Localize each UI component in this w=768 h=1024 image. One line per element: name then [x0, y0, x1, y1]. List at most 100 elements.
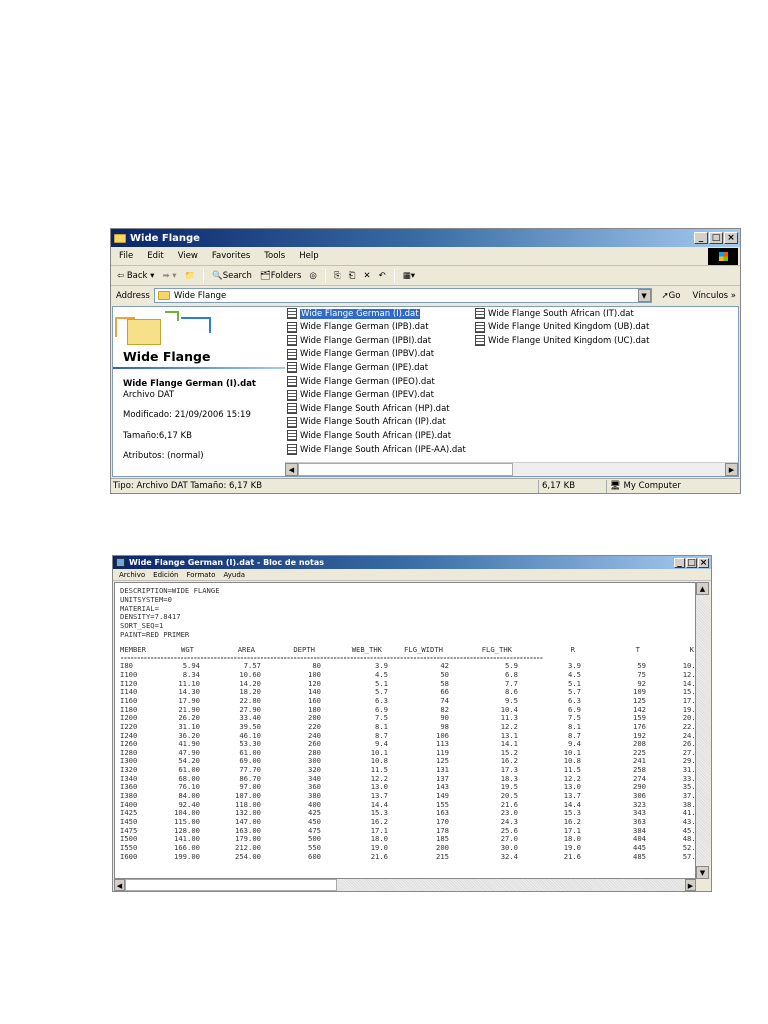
menu-file[interactable]: File: [119, 251, 133, 261]
file-item[interactable]: Wide Flange German (IPEV).dat: [287, 389, 434, 401]
go-button[interactable]: ➚Go: [662, 291, 681, 301]
table-row: I180 21.90 27.90 180 6.9 82 10.4 6.9 142 19.0: [120, 705, 700, 715]
explorer-titlebar[interactable]: Wide Flange _ □ ×: [111, 229, 740, 247]
table-row: I320 61.00 77.70 320 11.5 131 17.3 11.5 258 31.0: [120, 765, 700, 775]
file-item[interactable]: Wide Flange South African (IT).dat: [475, 308, 634, 319]
file-icon: [287, 376, 297, 387]
horizontal-scrollbar[interactable]: ◀ ▶: [114, 879, 696, 891]
table-row: I340 68.00 86.70 340 12.2 137 18.3 12.2 274 33.0: [120, 774, 700, 784]
file-item[interactable]: Wide Flange German (IPBI).dat: [287, 335, 432, 347]
folder-title: Wide Flange: [123, 349, 211, 364]
history-icon[interactable]: ◎: [309, 271, 316, 281]
menu-favorites[interactable]: Favorites: [212, 251, 250, 261]
file-icon: [287, 321, 297, 333]
menu-ayuda[interactable]: Ayuda: [223, 571, 245, 579]
column-header: WGT: [181, 644, 194, 654]
menu-edicion[interactable]: Edición: [153, 571, 178, 579]
table-row: I550 166.00 212.00 550 19.0 200 30.0 19.0 445 52.…: [120, 843, 700, 853]
column-header: FLG_THK: [481, 644, 512, 654]
search-button[interactable]: 🔍Search: [212, 271, 252, 281]
explorer-window: Wide Flange _ □ × File Edit View Favorit…: [110, 228, 741, 494]
scroll-thumb[interactable]: [298, 463, 513, 476]
file-icon: [287, 335, 297, 347]
file-icon: [475, 335, 485, 347]
copy-to-icon[interactable]: ⎗: [349, 271, 356, 281]
file-icon: [287, 444, 297, 455]
scroll-up-button[interactable]: ▲: [696, 582, 709, 595]
column-header: AREA: [237, 644, 255, 654]
table-cell: 254.00: [235, 851, 261, 861]
vertical-scrollbar[interactable]: ▲ ▼: [696, 582, 710, 879]
header-line: PAINT=RED PRIMER: [120, 629, 190, 639]
scroll-right-button[interactable]: ▶: [685, 879, 696, 891]
table-row: I120 11.10 14.20 120 5.1 58 7.7 5.1 92 14.0: [120, 679, 700, 689]
file-item[interactable]: Wide Flange United Kingdom (UB).dat: [475, 321, 649, 333]
file-icon: [287, 348, 297, 360]
views-icon[interactable]: ▦▾: [403, 271, 415, 281]
maximize-button[interactable]: □: [686, 557, 697, 568]
address-value: Wide Flange: [173, 290, 227, 301]
file-item[interactable]: Wide Flange German (I).dat: [287, 308, 420, 319]
table-row: I100 8.34 10.60 100 4.5 50 6.8 4.5 75 12.5: [120, 670, 700, 680]
scroll-left-button[interactable]: ◀: [285, 463, 298, 476]
folder-icon: [114, 233, 126, 243]
scroll-down-button[interactable]: ▼: [696, 866, 709, 879]
window-title: Wide Flange German (I).dat - Bloc de not…: [129, 558, 325, 567]
up-folder-icon[interactable]: 📁: [185, 271, 196, 281]
file-item[interactable]: Wide Flange German (IPE).dat: [287, 362, 428, 374]
file-name: Wide Flange German (IPBI).dat: [300, 335, 432, 346]
notepad-titlebar[interactable]: Wide Flange German (I).dat - Bloc de not…: [113, 556, 711, 569]
menu-view[interactable]: View: [178, 251, 198, 261]
status-zone: 🖥 My Computer: [606, 479, 740, 493]
menu-help[interactable]: Help: [299, 251, 318, 261]
scroll-left-button[interactable]: ◀: [114, 879, 125, 891]
minimize-button[interactable]: _: [694, 232, 708, 244]
file-icon: [287, 389, 297, 401]
delete-icon[interactable]: ✕: [363, 271, 370, 281]
menu-tools[interactable]: Tools: [264, 251, 285, 261]
file-item[interactable]: Wide Flange German (IPEO).dat: [287, 376, 435, 387]
table-cell: 21.6: [370, 851, 388, 861]
table-cell: 199.00: [174, 851, 200, 861]
file-item[interactable]: Wide Flange South African (HP).dat: [287, 403, 450, 415]
folders-button[interactable]: 🗂Folders: [260, 271, 302, 281]
menu-edit[interactable]: Edit: [147, 251, 163, 261]
folder-icon: [157, 291, 170, 300]
file-item[interactable]: Wide Flange German (IPBV).dat: [287, 348, 434, 360]
minimize-button[interactable]: _: [674, 557, 685, 568]
file-item[interactable]: Wide Flange South African (IPE-AA).dat: [287, 444, 466, 455]
back-button[interactable]: ⇦ Back ▾: [117, 271, 154, 281]
move-to-icon[interactable]: ⎘: [334, 271, 341, 281]
menu-archivo[interactable]: Archivo: [119, 571, 145, 579]
file-name: Wide Flange United Kingdom (UC).dat: [488, 335, 650, 346]
close-button[interactable]: ×: [698, 557, 709, 568]
menu-formato[interactable]: Formato: [187, 571, 216, 579]
address-input[interactable]: Wide Flange ▼: [153, 288, 652, 303]
undo-icon[interactable]: ↶: [379, 271, 386, 281]
scroll-right-button[interactable]: ▶: [725, 463, 738, 476]
header-line: SORT_SEQ=1: [120, 621, 164, 631]
header-line: DESCRIPTION=WIDE FLANGE: [120, 586, 220, 595]
file-icon: [287, 430, 297, 442]
modified-date: Modificado: 21/09/2006 15:19: [123, 410, 251, 420]
separator: [393, 268, 395, 283]
file-item[interactable]: Wide Flange South African (IP).dat: [287, 416, 446, 428]
maximize-button[interactable]: □: [709, 232, 723, 244]
zone-label: My Computer: [623, 480, 681, 491]
file-item[interactable]: Wide Flange United Kingdom (UC).dat: [475, 335, 650, 347]
divider-line: ----------------------------------------…: [120, 654, 544, 663]
links-button[interactable]: Vínculos »: [692, 291, 736, 301]
file-item[interactable]: Wide Flange German (IPB).dat: [287, 321, 429, 333]
forward-button[interactable]: ➡ ▾: [162, 271, 176, 281]
horizontal-scrollbar[interactable]: ◀ ▶: [285, 462, 738, 476]
close-button[interactable]: ×: [724, 232, 738, 244]
selected-file-name: Wide Flange German (I).dat: [123, 379, 256, 389]
file-name: Wide Flange South African (IP).dat: [300, 417, 446, 428]
file-icon: [287, 308, 297, 319]
file-list: Wide Flange German (I).dat Wide Flange Ge…: [285, 307, 738, 462]
file-item[interactable]: Wide Flange South African (IPE).dat: [287, 430, 451, 442]
chevron-down-icon[interactable]: ▼: [637, 289, 651, 302]
file-name: Wide Flange German (IPEV).dat: [300, 390, 434, 401]
scroll-thumb[interactable]: [125, 879, 337, 891]
text-editor[interactable]: DESCRIPTION=WIDE FLANGE UNITSYSTEM=0 MATER…: [114, 582, 700, 879]
